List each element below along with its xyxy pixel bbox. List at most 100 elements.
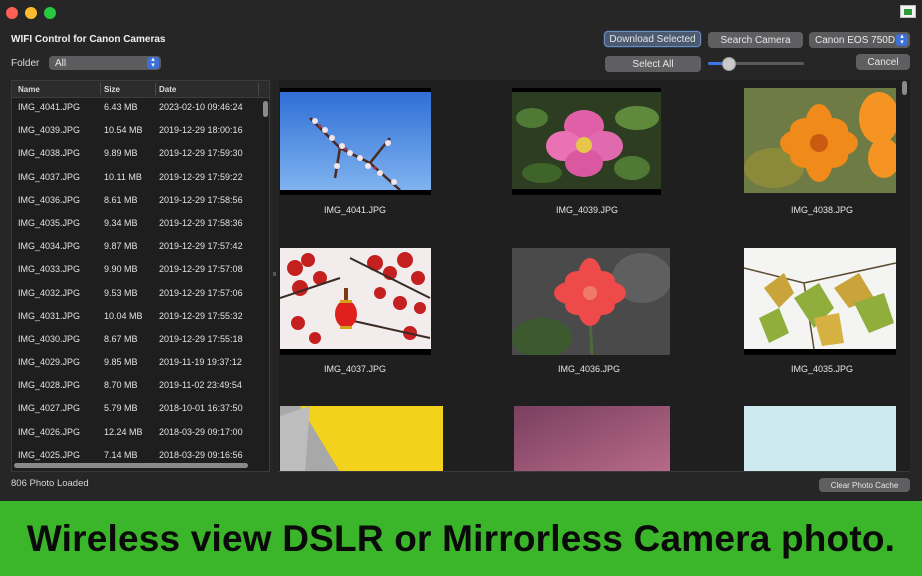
gallery-vertical-scrollbar[interactable] [902,81,907,95]
photo-thumbnail[interactable] [512,248,670,355]
table-row[interactable]: IMG_4038.JPG 9.89 MB 2019-12-29 17:59:30 [12,144,262,167]
table-row[interactable]: IMG_4032.JPG 9.53 MB 2019-12-29 17:57:06 [12,284,262,307]
row-size: 8.70 MB [104,380,138,391]
column-header-name[interactable]: Name [18,85,40,94]
table-row[interactable]: IMG_4028.JPG 8.70 MB 2019-11-02 23:49:54 [12,376,262,399]
search-camera-button[interactable]: Search Camera [708,32,803,48]
column-divider [258,83,259,95]
app-window: WIFI Control for Canon Cameras Download … [0,0,922,501]
column-divider [155,83,156,95]
row-name: IMG_4029.JPG [18,357,81,368]
row-size: 9.85 MB [104,357,138,368]
cancel-button[interactable]: Cancel [856,54,910,70]
photo-caption: IMG_4041.JPG [323,205,387,215]
row-name: IMG_4035.JPG [18,217,81,228]
row-size: 10.04 MB [104,310,143,321]
row-size: 9.53 MB [104,287,138,298]
row-name: IMG_4031.JPG [18,310,81,321]
photo-thumbnail[interactable] [744,406,896,472]
row-size: 10.11 MB [104,171,142,182]
row-name: IMG_4032.JPG [18,287,81,298]
table-row[interactable]: IMG_4039.JPG 10.54 MB 2019-12-29 18:00:16 [12,121,262,144]
photo-thumbnail[interactable] [512,88,661,195]
table-row[interactable]: IMG_4037.JPG 10.11 MB 2019-12-29 17:59:22 [12,168,262,191]
camera-model-select[interactable]: Canon EOS 750D ▴ ▾ [809,32,910,48]
status-text: 806 Photo Loaded [11,478,89,489]
pane-splitter[interactable] [273,80,276,472]
folder-select[interactable]: All ▴ ▾ [49,56,161,70]
row-name: IMG_4026.JPG [18,426,81,437]
promo-banner: Wireless view DSLR or Mirrorless Camera … [0,501,922,576]
clear-photo-cache-button[interactable]: Clear Photo Cache [819,478,910,492]
row-date: 2019-12-29 17:57:42 [159,241,243,252]
photo-caption: IMG_4036.JPG [557,364,621,374]
table-row[interactable]: IMG_4029.JPG 9.85 MB 2019-11-19 19:37:12 [12,353,262,376]
row-name: IMG_4036.JPG [18,194,81,205]
row-size: 9.34 MB [104,217,138,228]
app-title: WIFI Control for Canon Cameras [11,34,166,45]
row-name: IMG_4038.JPG [18,148,81,159]
row-name: IMG_4033.JPG [18,264,81,275]
row-date: 2019-12-29 17:58:56 [159,194,243,205]
row-size: 9.90 MB [104,264,138,275]
photo-caption: IMG_4035.JPG [790,364,854,374]
row-date: 2023-02-10 09:46:24 [159,102,243,112]
gallery-border [278,471,910,472]
menubar-extra-icon[interactable] [900,5,916,18]
table-row[interactable]: IMG_4026.JPG 12.24 MB 2018-03-29 09:17:00 [12,423,262,446]
table-row[interactable]: IMG_4041.JPG 6.43 MB 2023-02-10 09:46:24 [12,98,262,121]
row-size: 10.54 MB [104,125,143,136]
photo-thumbnail[interactable] [280,88,431,195]
row-date: 2019-12-29 17:59:22 [159,171,243,182]
row-date: 2019-12-29 17:55:18 [159,333,243,344]
row-size: 6.43 MB [104,102,138,112]
row-size: 12.24 MB [104,426,143,437]
column-header-size[interactable]: Size [104,85,120,94]
close-window-icon[interactable] [6,7,18,19]
row-name: IMG_4041.JPG [18,102,81,112]
photo-thumbnail[interactable] [280,248,431,355]
row-size: 7.14 MB [104,449,138,460]
table-row[interactable]: IMG_4031.JPG 10.04 MB 2019-12-29 17:55:32 [12,307,262,330]
table-row[interactable]: IMG_4030.JPG 8.67 MB 2019-12-29 17:55:18 [12,330,262,353]
photo-thumbnail[interactable] [514,406,670,472]
zoom-window-icon[interactable] [44,7,56,19]
row-date: 2018-10-01 16:37:50 [159,403,243,414]
table-row[interactable]: IMG_4033.JPG 9.90 MB 2019-12-29 17:57:08 [12,260,262,283]
row-name: IMG_4037.JPG [18,171,81,182]
row-date: 2019-12-29 17:55:32 [159,310,243,321]
row-size: 8.67 MB [104,333,138,344]
row-name: IMG_4034.JPG [18,241,81,252]
photo-gallery[interactable]: IMG_4041.JPG IMG_4039.JPG IMG_4038.JPG I… [278,80,910,472]
select-all-button[interactable]: Select All [605,56,701,72]
photo-caption: IMG_4039.JPG [555,205,619,215]
row-name: IMG_4028.JPG [18,380,81,391]
row-name: IMG_4027.JPG [18,403,81,414]
photo-table[interactable]: Name Size Date IMG_4041.JPG 6.43 MB 2023-0… [11,80,270,472]
row-date: 2019-12-29 17:59:30 [159,148,243,159]
slider-knob[interactable] [721,57,736,71]
column-header-date[interactable]: Date [159,85,176,94]
row-date: 2019-12-29 17:57:08 [159,264,243,275]
splitter-handle-icon [273,272,276,276]
row-date: 2018-03-29 09:16:56 [159,449,243,460]
row-size: 9.89 MB [104,148,138,159]
row-name: IMG_4025.JPG [18,449,81,460]
row-size: 9.87 MB [104,241,138,252]
photo-thumbnail[interactable] [280,406,443,472]
download-selected-button[interactable]: Download Selected [604,31,701,47]
table-row[interactable]: IMG_4036.JPG 8.61 MB 2019-12-29 17:58:56 [12,191,262,214]
photo-thumbnail[interactable] [744,248,896,355]
window-controls [6,7,56,19]
table-vertical-scrollbar[interactable] [263,101,268,117]
minimize-window-icon[interactable] [25,7,37,19]
table-row[interactable]: IMG_4035.JPG 9.34 MB 2019-12-29 17:58:36 [12,214,262,237]
photo-thumbnail[interactable] [744,88,896,195]
table-horizontal-scrollbar[interactable] [14,463,248,468]
thumbnail-size-slider[interactable] [708,57,804,71]
table-row[interactable]: IMG_4034.JPG 9.87 MB 2019-12-29 17:57:42 [12,237,262,260]
table-row[interactable]: IMG_4027.JPG 5.79 MB 2018-10-01 16:37:50 [12,399,262,422]
row-size: 8.61 MB [104,194,138,205]
row-date: 2019-12-29 17:57:06 [159,287,243,298]
row-date: 2018-03-29 09:17:00 [159,426,243,437]
